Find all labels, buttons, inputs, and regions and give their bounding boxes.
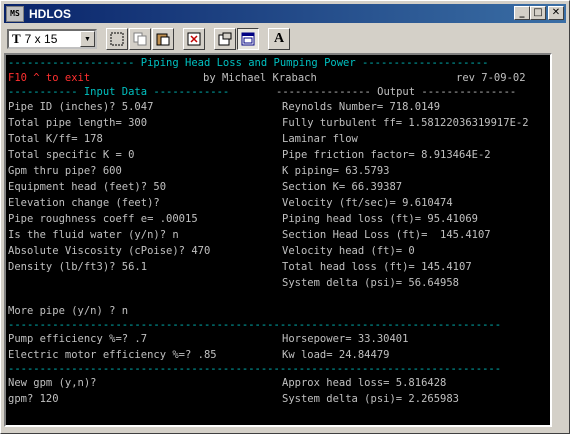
exit-hint: F10 ^ to exit bbox=[8, 72, 91, 84]
copy-icon bbox=[133, 32, 147, 46]
output-line: Velocity (ft/sec)= 9.610474 bbox=[282, 197, 453, 209]
output-header: --------------- Output --------------- bbox=[276, 86, 517, 98]
output-line: Laminar flow bbox=[282, 133, 358, 145]
input-line: Total pipe length= 300 bbox=[8, 117, 148, 129]
vertical-scrollbar[interactable] bbox=[552, 53, 567, 427]
fullscreen-button[interactable] bbox=[183, 28, 205, 50]
output-line: K piping= 63.5793 bbox=[282, 165, 390, 177]
font-button[interactable]: A bbox=[268, 28, 290, 50]
pump-efficiency: Pump efficiency %=? .7 bbox=[8, 333, 148, 345]
motor-efficiency: Electric motor efficiency %=? .85 bbox=[8, 349, 217, 361]
separator-line: ----------------------------------------… bbox=[8, 363, 502, 375]
input-line: Density (lb/ft3)? 56.1 bbox=[8, 261, 148, 273]
output-line: System delta (psi)= 56.64958 bbox=[282, 277, 460, 289]
output-line: Piping head loss (ft)= 95.41069 bbox=[282, 213, 478, 225]
paste-icon bbox=[156, 33, 170, 46]
toolbar: T 7 x 15 ▼ A bbox=[4, 26, 566, 52]
font-a-icon: A bbox=[273, 31, 285, 46]
title-bar[interactable]: MS HDLOS _ □ ✕ bbox=[4, 4, 566, 23]
input-line: Pipe ID (inches)? 5.047 bbox=[8, 101, 154, 113]
kw-load: Kw load= 24.84479 bbox=[282, 349, 390, 361]
input-line: Elevation change (feet)? bbox=[8, 197, 160, 209]
minimize-button[interactable]: _ bbox=[514, 6, 530, 20]
output-line: Reynolds Number= 718.0149 bbox=[282, 101, 441, 113]
maximize-button[interactable]: □ bbox=[530, 6, 546, 20]
mark-button[interactable] bbox=[106, 28, 128, 50]
approx-head-loss: Approx head loss= 5.816428 bbox=[282, 377, 447, 389]
separator-line: ----------------------------------------… bbox=[8, 319, 502, 331]
font-icon: T bbox=[12, 31, 21, 46]
author-line: by Michael Krabach bbox=[203, 72, 317, 84]
copy-button[interactable] bbox=[129, 28, 151, 50]
input-line: Total specific K = 0 bbox=[8, 149, 135, 161]
input-line: Equipment head (feet)? 50 bbox=[8, 181, 167, 193]
input-header: ----------- Input Data ------------ bbox=[8, 86, 230, 98]
app-window: MS HDLOS _ □ ✕ T 7 x 15 ▼ A ------------… bbox=[0, 0, 570, 434]
horsepower: Horsepower= 33.30401 bbox=[282, 333, 409, 345]
app-icon[interactable]: MS bbox=[6, 5, 24, 22]
output-line: Pipe friction factor= 8.913464E-2 bbox=[282, 149, 491, 161]
window-title: HDLOS bbox=[29, 6, 71, 21]
output-line: Fully turbulent ff= 1.58122036319917E-2 bbox=[282, 117, 529, 129]
window-icon bbox=[241, 32, 255, 46]
title-line: -------------------- Piping Head Loss an… bbox=[8, 57, 489, 69]
output-line: Section Head Loss (ft)= 145.4107 bbox=[282, 229, 491, 241]
properties-icon bbox=[218, 32, 232, 46]
output-line: Total head loss (ft)= 145.4107 bbox=[282, 261, 472, 273]
chevron-down-icon[interactable]: ▼ bbox=[80, 31, 95, 47]
input-line: Absolute Viscosity (cPoise)? 470 bbox=[8, 245, 211, 257]
mark-icon bbox=[110, 32, 124, 46]
input-line: Total K/ff= 178 bbox=[8, 133, 103, 145]
revision-line: rev 7-09-02 bbox=[456, 72, 526, 84]
system-delta: System delta (psi)= 2.265983 bbox=[282, 393, 460, 405]
input-line: Is the fluid water (y/n)? n bbox=[8, 229, 179, 241]
output-line: Section K= 66.39387 bbox=[282, 181, 403, 193]
input-line: Gpm thru pipe? 600 bbox=[8, 165, 122, 177]
paste-button[interactable] bbox=[152, 28, 174, 50]
console-output[interactable]: -------------------- Piping Head Loss an… bbox=[4, 53, 552, 427]
output-line: Velocity head (ft)= 0 bbox=[282, 245, 415, 257]
fullscreen-icon bbox=[187, 32, 201, 46]
close-button[interactable]: ✕ bbox=[548, 6, 564, 20]
new-gpm-prompt: New gpm (y,n)? bbox=[8, 377, 97, 389]
more-pipe-prompt: More pipe (y/n) ? n bbox=[8, 305, 129, 317]
font-size-value: 7 x 15 bbox=[24, 32, 58, 46]
background-button[interactable] bbox=[237, 28, 259, 50]
font-size-select[interactable]: T 7 x 15 ▼ bbox=[7, 29, 97, 49]
properties-button[interactable] bbox=[214, 28, 236, 50]
input-line: Pipe roughness coeff e= .00015 bbox=[8, 213, 198, 225]
gpm-input: gpm? 120 bbox=[8, 393, 59, 405]
